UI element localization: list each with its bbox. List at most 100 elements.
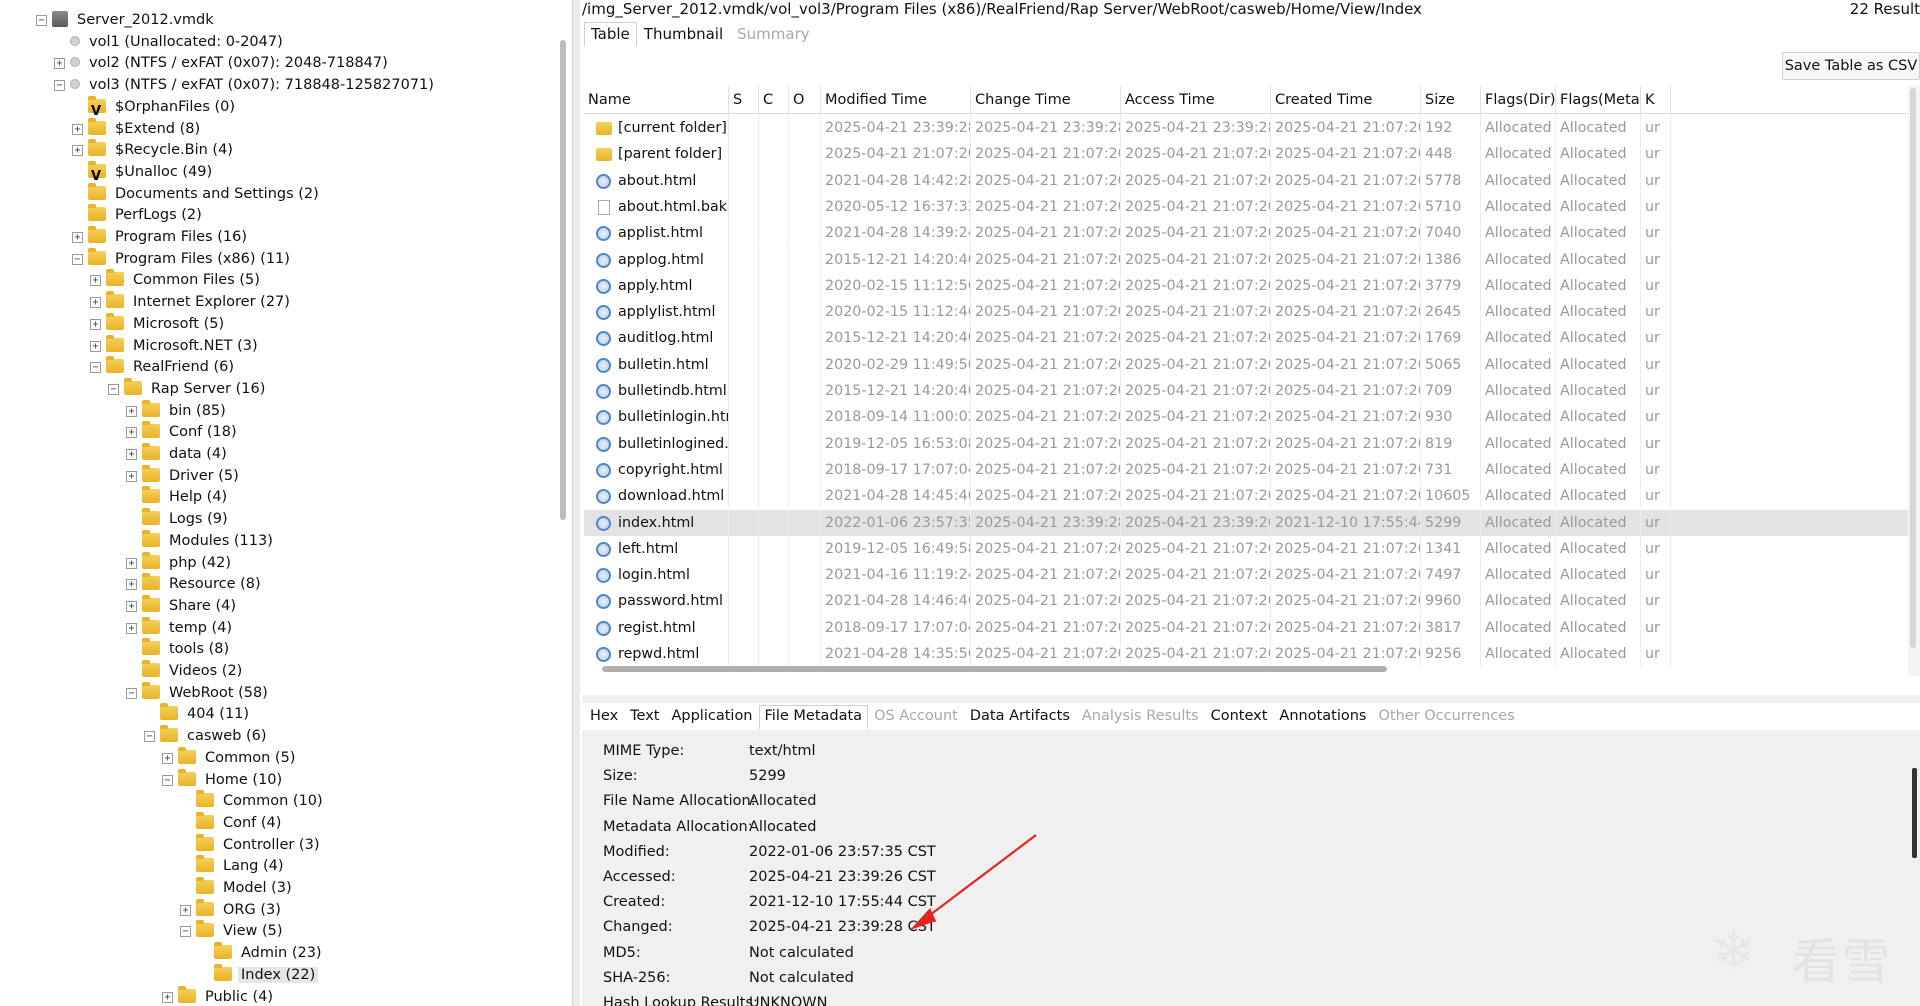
tree-node[interactable]: − View (5) (180, 920, 286, 943)
collapse-toggle-icon[interactable]: − (180, 926, 191, 938)
tab-application[interactable]: Application (665, 705, 758, 729)
expand-toggle-icon[interactable]: + (126, 579, 137, 591)
collapse-toggle-icon[interactable]: − (144, 731, 155, 743)
tree-node[interactable]: − Rap Server (16) (108, 377, 268, 401)
column-header[interactable]: C (759, 86, 789, 114)
table-row[interactable]: applylist.html2020-02-15 11:12:46 CST202… (584, 299, 1920, 326)
tree-node[interactable]: Lang (4) (196, 855, 287, 878)
tab-hex[interactable]: Hex (584, 705, 624, 729)
tree-node[interactable]: − Program Files (x86) (11) (72, 247, 293, 271)
tree-node[interactable]: − RealFriend (6) (90, 356, 237, 379)
tree-node[interactable]: V $OrphanFiles (0) (88, 95, 238, 119)
collapse-toggle-icon[interactable]: − (72, 253, 83, 265)
column-header[interactable]: Modified Time (821, 86, 971, 114)
table-row[interactable]: [parent folder]2025-04-21 21:07:20 CST20… (584, 141, 1920, 168)
tree-node[interactable]: + temp (4) (126, 616, 235, 640)
tab-table[interactable]: Table (584, 22, 637, 46)
tree-node[interactable]: + Common Files (5) (90, 269, 263, 292)
expand-toggle-icon[interactable]: + (126, 622, 137, 634)
tab-text[interactable]: Text (624, 705, 665, 729)
column-header[interactable]: S (729, 86, 759, 114)
table-row[interactable]: left.html2019-12-05 16:49:58 CST2025-04-… (584, 535, 1920, 563)
tree-node[interactable]: Admin (23) (214, 942, 325, 965)
expand-toggle-icon[interactable]: + (162, 752, 173, 764)
tree-node[interactable]: + vol2 (NTFS / exFAT (0x07): 2048-718847) (54, 53, 391, 75)
expand-toggle-icon[interactable]: + (90, 275, 101, 287)
tab-file-metadata[interactable]: File Metadata (758, 705, 869, 729)
tree-node[interactable]: + $Recycle.Bin (4) (72, 139, 236, 162)
tree-node[interactable]: Conf (4) (196, 811, 284, 835)
table-row[interactable]: applog.html2015-12-21 14:20:40 CST2025-0… (584, 246, 1920, 273)
tab-data-artifacts[interactable]: Data Artifacts (964, 705, 1076, 729)
column-header[interactable]: Change Time (971, 86, 1121, 114)
table-vertical-scrollbar[interactable] (1910, 88, 1916, 648)
table-row[interactable]: repwd.html2021-04-28 14:35:56 CST2025-04… (584, 641, 1920, 668)
expand-toggle-icon[interactable]: + (54, 58, 65, 70)
table-row[interactable]: copyright.html2018-09-17 17:07:04 CST202… (584, 456, 1920, 484)
table-row[interactable]: regist.html2018-09-17 17:07:04 CST2025-0… (584, 614, 1920, 641)
panel-divider[interactable] (572, 0, 580, 1006)
collapse-toggle-icon[interactable]: − (126, 687, 137, 699)
tree-node[interactable]: tools (8) (142, 638, 232, 661)
table-row[interactable]: bulletin.html2020-02-29 11:49:50 CST2025… (584, 351, 1920, 378)
expand-toggle-icon[interactable]: + (90, 297, 101, 309)
table-row[interactable]: about.html.bak2020-05-12 16:37:32 CST202… (584, 193, 1920, 221)
expand-toggle-icon[interactable]: + (126, 405, 137, 417)
tree-node[interactable]: 404 (11) (160, 703, 252, 726)
tree-node[interactable]: + $Extend (8) (72, 117, 203, 141)
tree-node[interactable]: + Share (4) (126, 594, 239, 618)
save-table-csv-button[interactable]: Save Table as CSV (1782, 52, 1920, 80)
expand-toggle-icon[interactable]: + (126, 427, 137, 439)
tree-node[interactable]: + Conf (18) (126, 421, 240, 444)
expand-toggle-icon[interactable]: + (72, 145, 83, 157)
column-header[interactable]: Size (1421, 86, 1481, 114)
table-row[interactable]: applist.html2021-04-28 14:39:24 CST2025-… (584, 220, 1920, 247)
column-header[interactable]: Flags(Dir) (1481, 86, 1556, 114)
table-row[interactable]: download.html2021-04-28 14:45:40 CST2025… (584, 483, 1920, 510)
tree-node[interactable]: + Program Files (16) (72, 226, 250, 249)
collapse-toggle-icon[interactable]: − (90, 362, 101, 374)
collapse-toggle-icon[interactable]: − (162, 774, 173, 786)
tree-scrollbar[interactable] (560, 40, 566, 520)
expand-toggle-icon[interactable]: + (162, 991, 173, 1003)
tree-node[interactable]: Videos (2) (142, 660, 245, 683)
tree-node[interactable]: Documents and Settings (2) (88, 182, 322, 206)
tree-node[interactable]: Logs (9) (142, 508, 231, 531)
expand-toggle-icon[interactable]: + (126, 470, 137, 482)
collapse-toggle-icon[interactable]: − (36, 15, 47, 26)
column-header[interactable]: Access Time (1121, 86, 1271, 114)
tree-node[interactable]: + Driver (5) (126, 464, 242, 488)
tree-node[interactable]: + Resource (8) (126, 573, 264, 596)
tree-node[interactable]: V $Unalloc (49) (88, 160, 215, 184)
tab-thumbnail[interactable]: Thumbnail (637, 22, 730, 46)
table-row[interactable]: bulletindb.html2015-12-21 14:20:40 CST20… (584, 378, 1920, 405)
expand-toggle-icon[interactable]: + (72, 123, 83, 135)
evidence-tree[interactable]: − Server_2012.vmdk vol1 (Unallocated: 0-20… (0, 0, 566, 1006)
tree-node[interactable]: − WebRoot (58) (126, 681, 271, 705)
column-header[interactable]: O (789, 86, 821, 114)
tree-node[interactable]: Controller (3) (196, 833, 322, 857)
table-row[interactable]: password.html2021-04-28 14:46:46 CST2025… (584, 588, 1920, 615)
expand-toggle-icon[interactable]: + (90, 318, 101, 330)
tree-node[interactable]: Index (22) (214, 963, 319, 987)
tab-context[interactable]: Context (1205, 705, 1274, 729)
tree-node[interactable]: − Home (10) (162, 768, 285, 792)
table-row[interactable]: [current folder]2025-04-21 23:39:28 CST2… (584, 115, 1920, 142)
collapse-toggle-icon[interactable]: − (54, 80, 65, 92)
expand-toggle-icon[interactable]: + (72, 232, 83, 243)
table-row[interactable]: apply.html2020-02-15 11:12:56 CST2025-04… (584, 272, 1920, 300)
tree-node[interactable]: + data (4) (126, 443, 230, 466)
tree-node[interactable]: + php (42) (126, 551, 234, 575)
tree-node[interactable]: Modules (113) (142, 529, 276, 553)
tree-node[interactable]: + bin (85) (126, 399, 229, 423)
tree-node[interactable]: − casweb (6) (144, 725, 270, 748)
expand-toggle-icon[interactable]: + (126, 449, 137, 460)
tree-node[interactable]: + Internet Explorer (27) (90, 291, 293, 314)
collapse-toggle-icon[interactable]: − (108, 383, 119, 395)
expand-toggle-icon[interactable]: + (126, 557, 137, 569)
horizontal-splitter[interactable] (582, 695, 1920, 703)
tree-node[interactable]: + Microsoft (5) (90, 312, 227, 336)
tree-node[interactable]: + Common (5) (162, 746, 298, 770)
expand-toggle-icon[interactable]: + (126, 600, 137, 612)
table-row[interactable]: bulletinlogin.html 2018-09-14 11:00:02 CS… (584, 404, 1920, 431)
